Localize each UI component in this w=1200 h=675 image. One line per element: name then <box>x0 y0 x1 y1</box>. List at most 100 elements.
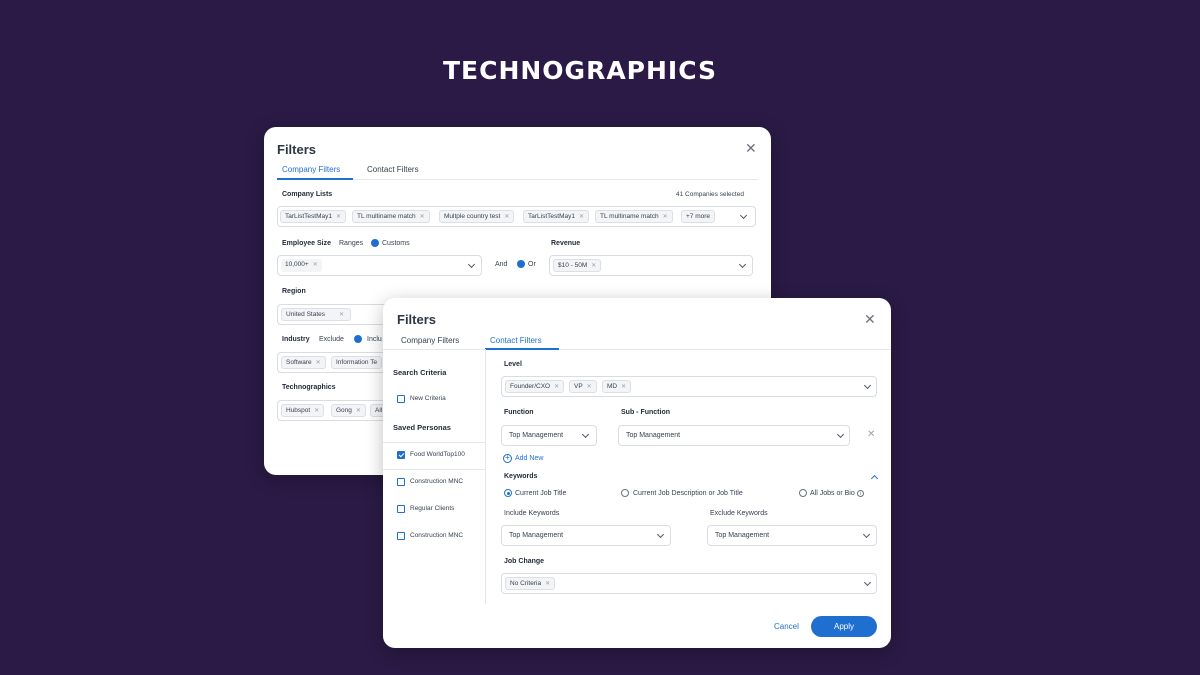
include-radio[interactable] <box>354 335 362 343</box>
keyword-scope-radio[interactable] <box>621 489 629 497</box>
persona-label[interactable]: Regular Clients <box>410 505 454 512</box>
new-criteria-checkbox[interactable] <box>397 395 405 403</box>
chip-label: Hubspot <box>286 407 311 414</box>
tab-company-filters[interactable]: Company Filters <box>401 336 459 345</box>
technographics-chip[interactable]: Hubspot ✕ <box>281 404 325 417</box>
new-criteria-label[interactable]: New Criteria <box>410 395 446 402</box>
remove-row-icon[interactable]: ✕ <box>867 429 875 440</box>
company-list-chip[interactable]: TL multiname match ✕ <box>595 210 673 223</box>
company-lists-select[interactable]: TarListTestMay1 ✕ TL multiname match ✕ Mul… <box>277 206 756 227</box>
tab-company-filters[interactable]: Company Filters <box>282 165 340 174</box>
persona-label[interactable]: Food WorldTop100 <box>410 451 465 458</box>
sidebar-divider <box>383 469 485 470</box>
remove-icon[interactable]: ✕ <box>316 360 321 366</box>
remove-icon[interactable]: ✕ <box>356 408 361 414</box>
close-icon[interactable]: ✕ <box>745 140 757 157</box>
more-chips-badge[interactable]: +7 more <box>681 210 716 223</box>
company-list-chip[interactable]: TarListTestMay1 ✕ <box>523 210 589 223</box>
add-icon[interactable]: + <box>503 454 512 463</box>
keyword-scope-radio[interactable] <box>799 489 807 497</box>
level-chip[interactable]: MD ✕ <box>602 380 632 393</box>
tab-contact-filters[interactable]: Contact Filters <box>367 165 419 174</box>
chip-label: Multple country test <box>444 213 501 220</box>
persona-label[interactable]: Construction MNC <box>410 478 463 485</box>
level-chip[interactable]: Founder/CXO ✕ <box>505 380 565 393</box>
chevron-down-icon[interactable] <box>739 211 748 220</box>
persona-checkbox[interactable] <box>397 478 405 486</box>
job-change-label: Job Change <box>504 558 545 565</box>
revenue-select[interactable]: $10 - 50M ✕ <box>549 255 753 276</box>
chip-label: TarListTestMay1 <box>285 213 332 220</box>
remove-icon[interactable]: ✕ <box>663 214 668 220</box>
customs-radio[interactable] <box>371 239 379 247</box>
close-icon[interactable]: ✕ <box>864 311 876 328</box>
chevron-down-icon[interactable] <box>863 578 872 587</box>
panel-title: Filters <box>277 142 317 157</box>
add-new-link[interactable]: Add New <box>515 455 543 462</box>
tab-contact-filters[interactable]: Contact Filters <box>490 336 542 345</box>
apply-button[interactable]: Apply <box>811 616 877 637</box>
persona-checkbox[interactable] <box>397 532 405 540</box>
chevron-down-icon[interactable] <box>738 260 747 269</box>
exclude-keywords-select[interactable]: Top Management <box>707 525 877 546</box>
chevron-down-icon[interactable] <box>581 430 590 439</box>
region-chip[interactable]: United States ✕ <box>281 308 351 321</box>
revenue-chip[interactable]: $10 - 50M ✕ <box>553 259 602 272</box>
job-change-chip[interactable]: No Criteria ✕ <box>505 577 556 590</box>
level-chip[interactable]: VP ✕ <box>569 380 597 393</box>
chevron-up-icon[interactable] <box>870 474 879 483</box>
exclude-option[interactable]: Exclude <box>319 336 344 343</box>
remove-icon[interactable]: ✕ <box>314 408 319 414</box>
chevron-down-icon[interactable] <box>836 430 845 439</box>
chip-label: VP <box>574 383 583 390</box>
chevron-down-icon[interactable] <box>863 381 872 390</box>
keyword-scope-option[interactable]: Current Job Title <box>515 490 566 497</box>
industry-chip[interactable]: Information Te <box>331 356 383 369</box>
sub-function-select[interactable]: Top Management <box>618 425 850 446</box>
ranges-option[interactable]: Ranges <box>339 240 363 247</box>
persona-label[interactable]: Construction MNC <box>410 532 463 539</box>
page-headline: TECHNOGRAPHICS <box>442 56 718 85</box>
company-list-chip[interactable]: TarListTestMay1 ✕ <box>280 210 346 223</box>
remove-icon[interactable]: ✕ <box>554 384 559 390</box>
company-list-chip[interactable]: Multple country test ✕ <box>439 210 515 223</box>
chevron-down-icon[interactable] <box>467 260 476 269</box>
remove-icon[interactable]: ✕ <box>545 581 550 587</box>
remove-icon[interactable]: ✕ <box>339 312 344 318</box>
remove-icon[interactable]: ✕ <box>336 214 341 220</box>
remove-icon[interactable]: ✕ <box>591 263 596 269</box>
chevron-down-icon[interactable] <box>862 530 871 539</box>
keyword-scope-option[interactable]: All Jobs or Bio <box>810 490 855 497</box>
remove-icon[interactable]: ✕ <box>621 384 626 390</box>
and-option[interactable]: And <box>495 261 507 268</box>
include-keywords-value: Top Management <box>509 532 564 539</box>
include-keywords-select[interactable]: Top Management <box>501 525 671 546</box>
function-select[interactable]: Top Management <box>501 425 597 446</box>
employee-size-chip[interactable]: 10,000+ ✕ <box>281 259 322 272</box>
persona-checkbox[interactable] <box>397 505 405 513</box>
job-change-select[interactable]: No Criteria ✕ <box>501 573 877 594</box>
persona-sidebar: Search Criteria New Criteria Saved Perso… <box>383 349 486 604</box>
level-select[interactable]: Founder/CXO ✕ VP ✕ MD ✕ <box>501 376 877 397</box>
remove-icon[interactable]: ✕ <box>420 214 425 220</box>
keyword-scope-option[interactable]: Current Job Description or Job Title <box>633 490 743 497</box>
include-option[interactable]: Inclu <box>367 336 382 343</box>
or-radio[interactable] <box>517 260 525 268</box>
keyword-scope-radio[interactable] <box>504 489 512 497</box>
remove-icon[interactable]: ✕ <box>579 214 584 220</box>
cancel-button[interactable]: Cancel <box>774 622 799 631</box>
chip-label: TL multiname match <box>357 213 416 220</box>
technographics-chip[interactable]: Gong ✕ <box>331 404 366 417</box>
info-icon[interactable]: i <box>857 490 864 497</box>
employee-size-select[interactable]: 10,000+ ✕ <box>277 255 482 276</box>
chip-label: TL multiname match <box>600 213 659 220</box>
industry-chip[interactable]: Software ✕ <box>281 356 326 369</box>
remove-icon[interactable]: ✕ <box>587 384 592 390</box>
chevron-down-icon[interactable] <box>656 530 665 539</box>
remove-icon[interactable]: ✕ <box>504 214 509 220</box>
customs-option[interactable]: Customs <box>382 240 410 247</box>
persona-checkbox[interactable] <box>397 451 405 459</box>
or-option[interactable]: Or <box>528 261 536 268</box>
remove-icon[interactable]: ✕ <box>313 262 318 268</box>
company-list-chip[interactable]: TL multiname match ✕ <box>352 210 430 223</box>
